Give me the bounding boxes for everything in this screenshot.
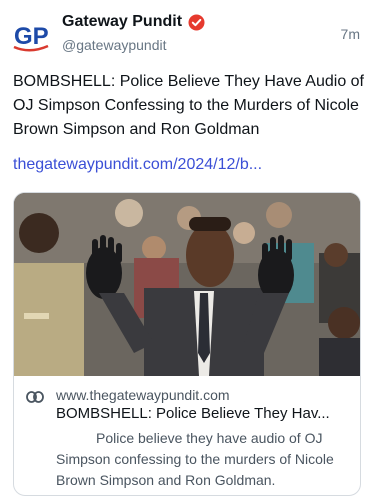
card-image[interactable] [14, 193, 360, 376]
post-text: BOMBSHELL: Police Believe They Have Audi… [13, 73, 364, 138]
card-domain[interactable]: www.thegatewaypundit.com [56, 387, 230, 403]
social-post: GP Gateway Pundit @gatewaypundit 7m BOMB… [0, 0, 376, 500]
post-link[interactable]: thegatewaypundit.com/2024/12/b... [13, 156, 262, 174]
svg-text:GP: GP [14, 23, 49, 50]
author-handle[interactable]: @gatewaypundit [62, 37, 167, 53]
link-icon [26, 390, 44, 403]
link-preview-card[interactable]: www.thegatewaypundit.com BOMBSHELL: Poli… [13, 192, 361, 496]
verified-badge-icon [188, 14, 205, 31]
author-name-text: Gateway Pundit [62, 13, 183, 30]
author-avatar[interactable]: GP [12, 16, 52, 56]
post-timestamp[interactable]: 7m [341, 26, 360, 42]
author-display-name[interactable]: Gateway Pundit [62, 13, 205, 31]
gp-logo-icon: GP [13, 23, 49, 52]
card-description: Police believe they have audio of OJ Sim… [56, 430, 334, 488]
card-title[interactable]: BOMBSHELL: Police Believe They Hav... [56, 405, 352, 422]
